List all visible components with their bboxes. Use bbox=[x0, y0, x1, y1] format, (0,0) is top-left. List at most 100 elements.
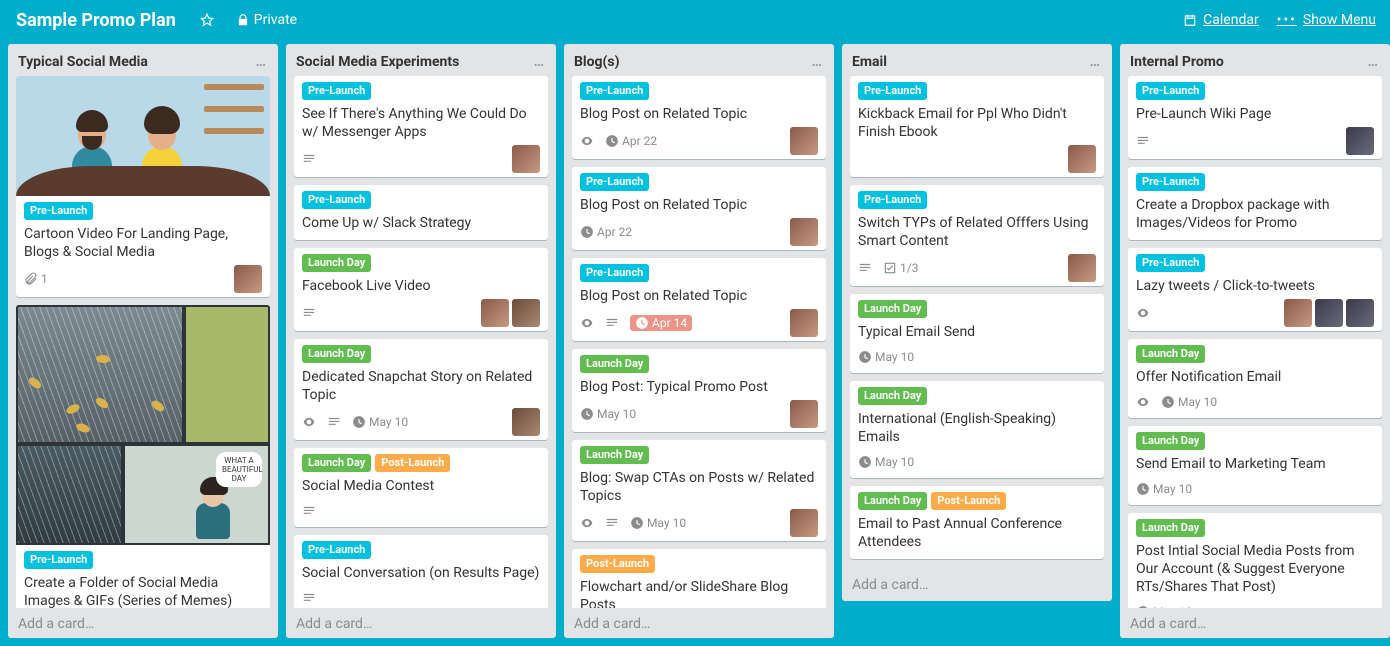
card[interactable]: Launch DayBlog: Swap CTAs on Posts w/ Re… bbox=[572, 440, 826, 541]
calendar-link[interactable]: Calendar bbox=[1183, 12, 1259, 28]
card[interactable]: Pre-LaunchKickback Email for Ppl Who Did… bbox=[850, 76, 1104, 177]
badge-clock: May 10 bbox=[858, 349, 914, 365]
card-title: Lazy tweets / Click-to-tweets bbox=[1136, 277, 1374, 295]
card[interactable]: Launch DayPost Intial Social Media Posts… bbox=[1128, 513, 1382, 608]
list-header[interactable]: Social Media Experiments… bbox=[286, 44, 556, 76]
card[interactable]: Launch DayOffer Notification EmailMay 10 bbox=[1128, 339, 1382, 418]
badge-clock: May 10 bbox=[858, 454, 914, 470]
card[interactable]: Pre-LaunchSocial Conversation (on Result… bbox=[294, 535, 548, 608]
member-avatar[interactable] bbox=[790, 218, 818, 246]
label-prelaunch: Pre-Launch bbox=[580, 82, 649, 100]
board-title[interactable]: Sample Promo Plan bbox=[8, 10, 184, 31]
card-members bbox=[787, 127, 818, 155]
card-title: Kickback Email for Ppl Who Didn't Finish… bbox=[858, 105, 1096, 141]
card[interactable]: Launch DayBlog Post: Typical Promo PostM… bbox=[572, 349, 826, 432]
lock-icon bbox=[236, 13, 250, 27]
list-menu-button[interactable]: … bbox=[530, 52, 548, 72]
label-prelaunch: Pre-Launch bbox=[580, 264, 649, 282]
card-title: Blog Post on Related Topic bbox=[580, 105, 818, 123]
card[interactable]: WHAT ABEAUTIFULDAYPre-LaunchCreate a Fol… bbox=[16, 305, 270, 608]
member-avatar[interactable] bbox=[512, 299, 540, 327]
list-menu-button[interactable]: … bbox=[1364, 52, 1382, 72]
card[interactable]: Pre-LaunchSee If There's Anything We Cou… bbox=[294, 76, 548, 177]
card[interactable]: Pre-LaunchBlog Post on Related TopicApr … bbox=[572, 167, 826, 250]
member-avatar[interactable] bbox=[1284, 299, 1312, 327]
add-card-button[interactable]: Add a card… bbox=[8, 608, 278, 640]
member-avatar[interactable] bbox=[1068, 254, 1096, 282]
badge-clock: May 10 bbox=[580, 406, 636, 422]
label-prelaunch: Pre-Launch bbox=[24, 551, 93, 569]
list-header[interactable]: Email … bbox=[842, 44, 1112, 76]
label-launchday: Launch Day bbox=[1136, 345, 1205, 363]
member-avatar[interactable] bbox=[512, 408, 540, 436]
badge-watch bbox=[1136, 305, 1153, 321]
label-prelaunch: Pre-Launch bbox=[302, 191, 371, 209]
member-avatar[interactable] bbox=[512, 145, 540, 173]
card[interactable]: Pre-LaunchPre-Launch Wiki Page bbox=[1128, 76, 1382, 159]
list-title: Email bbox=[852, 54, 887, 70]
list-header[interactable]: Blog(s)… bbox=[564, 44, 834, 76]
card[interactable]: Launch DayFacebook Live Video bbox=[294, 248, 548, 331]
list-menu-button[interactable]: … bbox=[1086, 52, 1104, 72]
list-cards: Pre-LaunchSee If There's Anything We Cou… bbox=[286, 76, 556, 608]
card[interactable]: Pre-LaunchCome Up w/ Slack Strategy bbox=[294, 185, 548, 240]
card[interactable]: Launch DayPost-LaunchEmail to Past Annua… bbox=[850, 486, 1104, 559]
member-avatar[interactable] bbox=[790, 309, 818, 337]
member-avatar[interactable] bbox=[1068, 145, 1096, 173]
card-title: Facebook Live Video bbox=[302, 277, 540, 295]
ellipsis-icon: ••• bbox=[1277, 12, 1297, 28]
badge-clock: May 10 bbox=[1161, 394, 1217, 410]
label-launchday: Launch Day bbox=[1136, 432, 1205, 450]
card[interactable]: Pre-LaunchSwitch TYPs of Related Offfers… bbox=[850, 185, 1104, 286]
card[interactable]: Launch DayPost-LaunchSocial Media Contes… bbox=[294, 448, 548, 527]
badge-desc bbox=[605, 515, 622, 531]
badge-watch bbox=[1136, 394, 1153, 410]
privacy-button[interactable]: Private bbox=[230, 8, 303, 32]
add-card-button[interactable]: Add a card… bbox=[842, 569, 1112, 601]
label-postlaunch: Post-Launch bbox=[580, 555, 655, 573]
member-avatar[interactable] bbox=[234, 265, 262, 293]
card[interactable]: Launch DaySend Email to Marketing TeamMa… bbox=[1128, 426, 1382, 505]
card[interactable]: Post-LaunchFlowchart and/or SlideShare B… bbox=[572, 549, 826, 608]
card-members bbox=[231, 265, 262, 293]
badge-watch bbox=[302, 414, 319, 430]
list-menu-button[interactable]: … bbox=[252, 52, 270, 72]
badge-desc bbox=[327, 414, 344, 430]
label-launchday: Launch Day bbox=[1136, 519, 1205, 537]
label-launchday: Launch Day bbox=[580, 446, 649, 464]
member-avatar[interactable] bbox=[1346, 127, 1374, 155]
list-header[interactable]: Typical Social Media … bbox=[8, 44, 278, 76]
card[interactable]: Pre-LaunchCreate a Dropbox package with … bbox=[1128, 167, 1382, 240]
label-prelaunch: Pre-Launch bbox=[1136, 173, 1205, 191]
label-prelaunch: Pre-Launch bbox=[302, 82, 371, 100]
list-header[interactable]: Internal Promo… bbox=[1120, 44, 1390, 76]
card-title: International (English-Speaking) Emails bbox=[858, 410, 1096, 446]
add-card-button[interactable]: Add a card… bbox=[564, 608, 834, 640]
board-canvas[interactable]: Typical Social Media … Pre-LaunchCartoon V… bbox=[0, 40, 1390, 646]
add-card-button[interactable]: Add a card… bbox=[1120, 608, 1390, 640]
star-button[interactable] bbox=[194, 9, 220, 31]
label-prelaunch: Pre-Launch bbox=[858, 191, 927, 209]
card[interactable]: Launch Day International (English-Speakin… bbox=[850, 381, 1104, 478]
member-avatar[interactable] bbox=[1346, 299, 1374, 327]
card[interactable]: Pre-LaunchCartoon Video For Landing Page… bbox=[16, 76, 270, 297]
list-menu-button[interactable]: … bbox=[808, 52, 826, 72]
card-members bbox=[509, 408, 540, 436]
member-avatar[interactable] bbox=[1315, 299, 1343, 327]
label-launchday: Launch Day bbox=[858, 387, 927, 405]
member-avatar[interactable] bbox=[790, 509, 818, 537]
label-prelaunch: Pre-Launch bbox=[1136, 82, 1205, 100]
card[interactable]: Pre-LaunchBlog Post on Related TopicApr … bbox=[572, 76, 826, 159]
add-card-button[interactable]: Add a card… bbox=[286, 608, 556, 640]
badge-clock: Apr 14 bbox=[630, 315, 692, 331]
label-prelaunch: Pre-Launch bbox=[580, 173, 649, 191]
card[interactable]: Launch DayDedicated Snapchat Story on Re… bbox=[294, 339, 548, 440]
list-title: Typical Social Media bbox=[18, 54, 148, 70]
card[interactable]: Pre-LaunchBlog Post on Related TopicApr … bbox=[572, 258, 826, 341]
show-menu-link[interactable]: ••• Show Menu bbox=[1277, 12, 1376, 28]
card[interactable]: Launch DayTypical Email SendMay 10 bbox=[850, 294, 1104, 373]
member-avatar[interactable] bbox=[790, 127, 818, 155]
member-avatar[interactable] bbox=[481, 299, 509, 327]
member-avatar[interactable] bbox=[790, 400, 818, 428]
card[interactable]: Pre-LaunchLazy tweets / Click-to-tweets bbox=[1128, 248, 1382, 331]
